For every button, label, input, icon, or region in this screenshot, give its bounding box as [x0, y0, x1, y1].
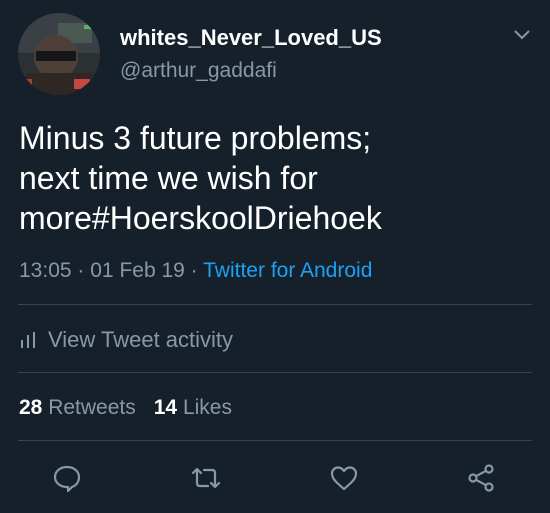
display-name[interactable]: whites_Never_Loved_US — [120, 25, 382, 51]
divider — [18, 304, 532, 305]
share-icon[interactable] — [465, 462, 497, 494]
tweet-meta: 13:05 · 01 Feb 19 · Twitter for Android — [19, 259, 372, 283]
avatar-image — [18, 13, 100, 95]
chevron-down-icon[interactable] — [512, 27, 532, 43]
view-activity-label: View Tweet activity — [48, 327, 234, 352]
like-icon[interactable] — [328, 462, 360, 494]
retweets-label: Retweets — [48, 396, 136, 419]
retweets-count: 28 — [19, 396, 43, 419]
tweet-text-line: Minus 3 future problems; — [19, 120, 372, 156]
tweet-date: 01 Feb 19 — [90, 259, 185, 282]
view-activity-button[interactable]: View Tweet activity — [20, 327, 233, 353]
retweet-icon[interactable] — [190, 462, 222, 494]
tweet-source-link[interactable]: Twitter for Android — [203, 259, 372, 282]
user-handle[interactable]: @arthur_gaddafi — [120, 59, 277, 83]
divider — [18, 440, 532, 441]
divider — [18, 372, 532, 373]
meta-separator: · — [190, 259, 198, 282]
tweet-time: 13:05 — [19, 259, 72, 282]
tweet-stats: 28 Retweets 14 Likes — [19, 396, 232, 420]
reply-icon[interactable] — [51, 462, 83, 494]
retweets-stat[interactable]: 28 Retweets — [19, 396, 136, 419]
likes-stat[interactable]: 14 Likes — [154, 396, 232, 419]
tweet-text-line: next time we wish for — [19, 160, 318, 196]
likes-count: 14 — [153, 396, 178, 419]
likes-label: Likes — [182, 396, 232, 419]
meta-separator: · — [77, 259, 85, 282]
bar-chart-icon — [21, 332, 35, 348]
avatar[interactable] — [18, 13, 100, 95]
tweet-text-line: more#HoerskoolDriehoek — [19, 200, 382, 236]
tweet-text: Minus 3 future problems; next time we wi… — [19, 118, 529, 238]
